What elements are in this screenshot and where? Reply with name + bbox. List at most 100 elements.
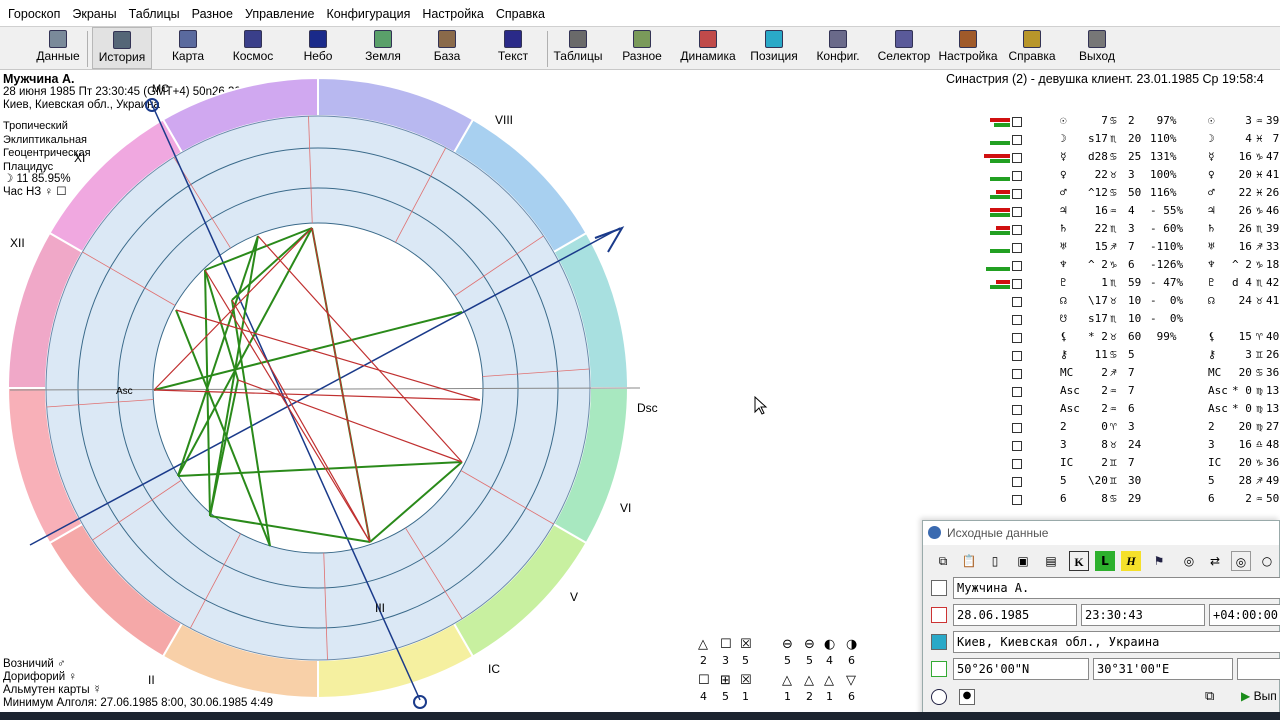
toolbar-button-1[interactable]: История bbox=[92, 27, 152, 69]
name-field[interactable]: Мужчина А. bbox=[953, 577, 1280, 599]
paste-icon[interactable]: 📋 bbox=[959, 551, 979, 571]
row-box-icon[interactable] bbox=[1012, 171, 1022, 181]
toolbar-button-12[interactable]: Конфиг. bbox=[810, 27, 866, 69]
table-cell: 131% bbox=[1150, 150, 1177, 163]
toolbar-button-9[interactable]: Разное bbox=[612, 27, 672, 69]
strength-bar-red bbox=[990, 118, 1010, 122]
table-cell: ♆ bbox=[1208, 258, 1215, 271]
menu-item-7[interactable]: Справка bbox=[490, 7, 551, 21]
toolbar-button-6[interactable]: База bbox=[418, 27, 476, 69]
radio-b-icon[interactable]: ○ bbox=[1257, 551, 1277, 571]
menu-item-2[interactable]: Таблицы bbox=[123, 7, 186, 21]
timezone-field[interactable]: +04:00:00 bbox=[1209, 604, 1280, 626]
table-cell: 4 bbox=[1128, 204, 1135, 217]
table-cell: 39 bbox=[1266, 222, 1280, 235]
row-box-icon[interactable] bbox=[1012, 495, 1022, 505]
toolbar-label: Текст bbox=[497, 49, 529, 63]
row-box-icon[interactable] bbox=[1012, 441, 1022, 451]
time-field[interactable]: 23:30:43 bbox=[1081, 604, 1205, 626]
table-cell: 46 bbox=[1266, 204, 1280, 217]
toolbar-button-13[interactable]: Селектор bbox=[874, 27, 934, 69]
row-box-icon[interactable] bbox=[1012, 261, 1022, 271]
play-icon: ▶ bbox=[1241, 689, 1251, 703]
table-cell: 20 bbox=[1232, 456, 1252, 469]
dialog-title-bar[interactable]: Исходные данные bbox=[923, 521, 1279, 545]
radio-a-icon[interactable]: ◎ bbox=[1231, 551, 1251, 571]
toolbar-button-15[interactable]: Справка bbox=[1004, 27, 1060, 69]
h-icon[interactable]: H bbox=[1121, 551, 1141, 571]
row-box-icon[interactable] bbox=[1012, 387, 1022, 397]
table-cell: 24 bbox=[1232, 294, 1252, 307]
toolbar-button-0[interactable]: Данные bbox=[28, 27, 88, 69]
natal-chart-wheel[interactable]: DscICMCAscXIXIIVIIIVIVIIIII bbox=[0, 70, 700, 712]
row-box-icon[interactable] bbox=[1012, 207, 1022, 217]
row-box-icon[interactable] bbox=[1012, 369, 1022, 379]
toolbar-label: Земля bbox=[365, 49, 401, 63]
table-cell: ♍ bbox=[1256, 420, 1263, 433]
menu-item-6[interactable]: Настройка bbox=[416, 7, 490, 21]
target-icon[interactable]: ◎ bbox=[1179, 551, 1199, 571]
latitude-field[interactable]: 50°26'00"N bbox=[953, 658, 1089, 680]
l-icon[interactable]: L bbox=[1095, 551, 1115, 571]
strength-bar-red bbox=[990, 208, 1010, 212]
settings-circle-icon[interactable] bbox=[931, 689, 947, 705]
toolbar-button-3[interactable]: Космос bbox=[222, 27, 284, 69]
toolbar-button-10[interactable]: Динамика bbox=[676, 27, 740, 69]
table-cell: ♐ bbox=[1110, 366, 1117, 379]
menu-item-0[interactable]: Гороскоп bbox=[2, 7, 66, 21]
menu-item-4[interactable]: Управление bbox=[239, 7, 321, 21]
toolbar-button-5[interactable]: Земля bbox=[352, 27, 414, 69]
calendar-icon[interactable]: ▤ bbox=[1041, 551, 1061, 571]
toolbar-button-2[interactable]: Карта bbox=[160, 27, 216, 69]
copy-small-icon[interactable]: ⧉ bbox=[1205, 689, 1214, 704]
table-cell: 48 bbox=[1266, 438, 1280, 451]
toolbar-button-4[interactable]: Небо bbox=[290, 27, 346, 69]
row-box-icon[interactable] bbox=[1012, 297, 1022, 307]
menu-item-5[interactable]: Конфигурация bbox=[320, 7, 416, 21]
row-box-icon[interactable] bbox=[1012, 351, 1022, 361]
toolbar-button-8[interactable]: Таблицы bbox=[548, 27, 608, 69]
longitude-field[interactable]: 30°31'00"E bbox=[1093, 658, 1233, 680]
swap-icon[interactable]: ⇄ bbox=[1205, 551, 1225, 571]
menu-item-1[interactable]: Экраны bbox=[66, 7, 122, 21]
row-box-icon[interactable] bbox=[1012, 333, 1022, 343]
row-box-icon[interactable] bbox=[1012, 315, 1022, 325]
menu-item-3[interactable]: Разное bbox=[186, 7, 239, 21]
toolbar-button-11[interactable]: Позиция bbox=[744, 27, 804, 69]
date-field[interactable]: 28.06.1985 bbox=[953, 604, 1077, 626]
extra-field[interactable] bbox=[1237, 658, 1280, 680]
row-box-icon[interactable] bbox=[1012, 459, 1022, 469]
table-cell: ♑ bbox=[1256, 204, 1263, 217]
row-box-icon[interactable] bbox=[1012, 405, 1022, 415]
source-data-dialog[interactable]: Исходные данные ⧉ 📋 ▯ ▣ ▤ K L H ⚑ ◎ ⇄ ◎ … bbox=[922, 520, 1280, 720]
row-box-icon[interactable] bbox=[1012, 189, 1022, 199]
save-icon[interactable]: ▣ bbox=[1013, 551, 1033, 571]
row-box-icon[interactable] bbox=[1012, 117, 1022, 127]
table-cell: ☿ bbox=[1060, 150, 1067, 163]
app-icon bbox=[928, 526, 941, 539]
row-box-icon[interactable] bbox=[1012, 135, 1022, 145]
copy-icon[interactable]: ⧉ bbox=[933, 551, 953, 571]
k-icon[interactable]: K bbox=[1069, 551, 1089, 571]
new-file-icon[interactable]: ▯ bbox=[985, 551, 1005, 571]
row-box-icon[interactable] bbox=[1012, 243, 1022, 253]
toolbar-button-16[interactable]: Выход bbox=[1066, 27, 1128, 69]
table-cell: ^ 2 bbox=[1088, 258, 1108, 271]
table-cell: ^12 bbox=[1088, 186, 1108, 199]
row-box-icon[interactable] bbox=[1012, 279, 1022, 289]
toolbar-button-7[interactable]: Текст bbox=[482, 27, 544, 69]
place-field[interactable]: Киев, Киевская обл., Украина bbox=[953, 631, 1280, 653]
flag-icon[interactable]: ⚑ bbox=[1149, 551, 1169, 571]
row-box-icon[interactable] bbox=[1012, 153, 1022, 163]
toolbar-label: Выход bbox=[1079, 49, 1115, 63]
table-cell: ♊ bbox=[1256, 348, 1263, 361]
table-cell: ♇ bbox=[1208, 276, 1215, 289]
row-box-icon[interactable] bbox=[1012, 423, 1022, 433]
run-button[interactable]: ▶ Вып bbox=[1241, 689, 1277, 703]
row-box-icon[interactable] bbox=[1012, 225, 1022, 235]
table-cell: 8 bbox=[1088, 492, 1108, 505]
row-box-icon[interactable] bbox=[1012, 477, 1022, 487]
toolbar-button-14[interactable]: Настройка bbox=[936, 27, 1000, 69]
bottom-info-line: Дорифорий ♀ bbox=[3, 671, 78, 683]
option-checkbox[interactable]: ● bbox=[959, 689, 975, 705]
